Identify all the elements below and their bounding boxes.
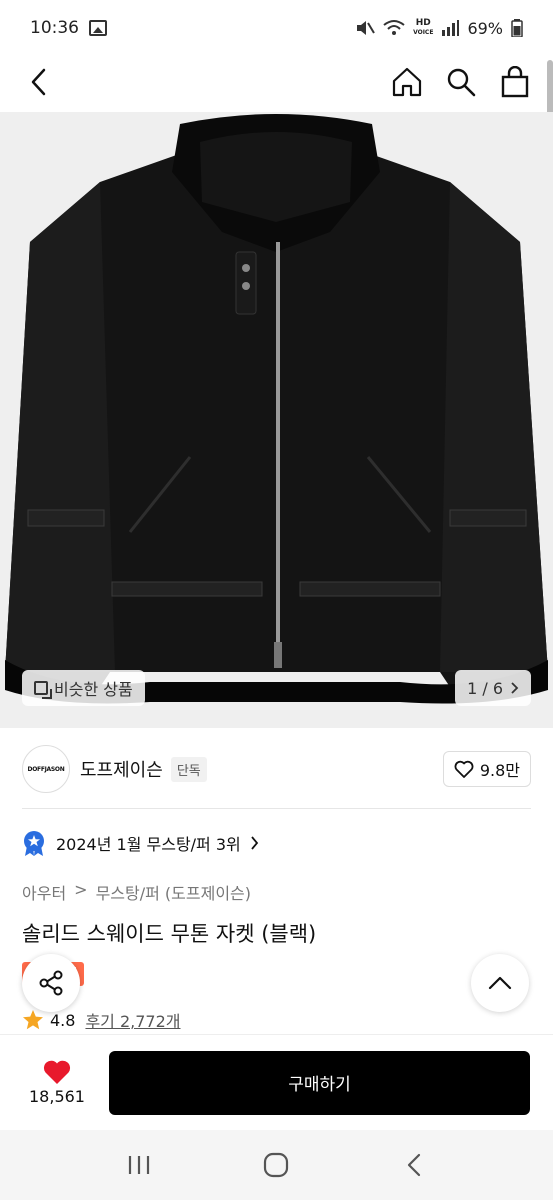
recent-apps-icon [128,1156,149,1174]
status-right: HD VOICE 69% [355,19,523,38]
jacket-image [5,114,548,704]
category-level2[interactable]: 무스탕/퍼 (도프제이슨) [96,880,251,904]
product-image[interactable]: 비슷한 상품 1 / 6 [0,112,553,728]
network-badge: HD VOICE [413,19,433,37]
brand-name[interactable]: 도프제이슨 [80,756,163,782]
home-button[interactable] [391,66,423,98]
header-actions [391,66,531,98]
brand-logo-text: DOFFJASON [27,765,65,773]
status-time: 10:36 [30,18,79,38]
mute-icon [357,21,375,35]
brand-row: DOFFJASON 도프제이슨 단독 9.8만 [22,740,531,798]
divider [22,808,531,809]
search-icon [447,68,476,97]
network-label: HD [415,18,431,28]
scroll-indicator[interactable] [547,60,553,118]
exclusive-badge: 단독 [170,756,207,782]
brand-logo[interactable]: DOFFJASON [22,745,70,793]
shopping-bag-icon [501,66,529,98]
home-circle-icon [264,1152,289,1178]
cart-button[interactable] [499,66,531,98]
gallery-icon [89,20,107,36]
chevron-right-icon [511,682,519,694]
rank-badge-icon [24,831,44,856]
product-title: 솔리드 스웨이드 무톤 자켓 (블랙) [22,922,317,946]
back-nav-button[interactable] [394,1145,434,1185]
similar-products-button[interactable]: 비슷한 상품 [22,670,145,706]
star-icon [23,1010,43,1030]
image-counter[interactable]: 1 / 6 [455,670,531,706]
signal-icon [442,20,460,36]
category-level1[interactable]: 아우터 [22,880,66,904]
battery-percent: 69% [467,18,503,38]
app-header [0,56,553,108]
chevron-right-icon [251,836,258,850]
status-bar: 10:36 HD VOICE 69% [0,0,553,56]
system-nav-bar [0,1130,553,1200]
brand-like-count: 9.8만 [479,761,520,780]
home-nav-button[interactable] [256,1145,296,1185]
scroll-top-button[interactable] [471,954,529,1012]
chevron-left-icon [408,1153,421,1177]
network-sub-label: VOICE [413,29,434,36]
brand-like-button[interactable]: 9.8만 [442,751,531,787]
recent-apps-button[interactable] [119,1145,159,1185]
similar-products-label: 비슷한 상품 [54,680,133,699]
buy-button[interactable]: 구매하기 [109,1050,530,1115]
back-button[interactable] [22,66,54,98]
ranking-link[interactable]: 2024년 1월 무스탕/퍼 3위 [22,830,259,856]
breadcrumb-separator: > [74,880,88,899]
share-icon [39,970,63,996]
heart-filled-icon [43,1060,71,1084]
bottom-action-bar: 18,561 구매하기 [0,1034,553,1130]
image-counter-label: 1 / 6 [467,678,503,698]
battery-icon [511,19,523,37]
chevron-up-icon [488,976,512,990]
search-button[interactable] [445,66,477,98]
rating-value: 4.8 [50,1010,76,1030]
home-icon [392,67,422,97]
wish-button[interactable]: 18,561 [22,1059,92,1106]
share-button[interactable] [22,954,80,1012]
wifi-icon [383,20,405,35]
heart-outline-icon [454,760,474,778]
similar-icon [34,681,52,699]
wish-count: 18,561 [29,1087,85,1106]
chevron-left-icon [31,68,46,96]
ranking-text: 2024년 1월 무스탕/퍼 3위 [56,835,241,854]
category-breadcrumb: 아우터 > 무스탕/퍼 (도프제이슨) [22,880,251,904]
review-link[interactable]: 후기 2,772개 [85,1008,180,1032]
